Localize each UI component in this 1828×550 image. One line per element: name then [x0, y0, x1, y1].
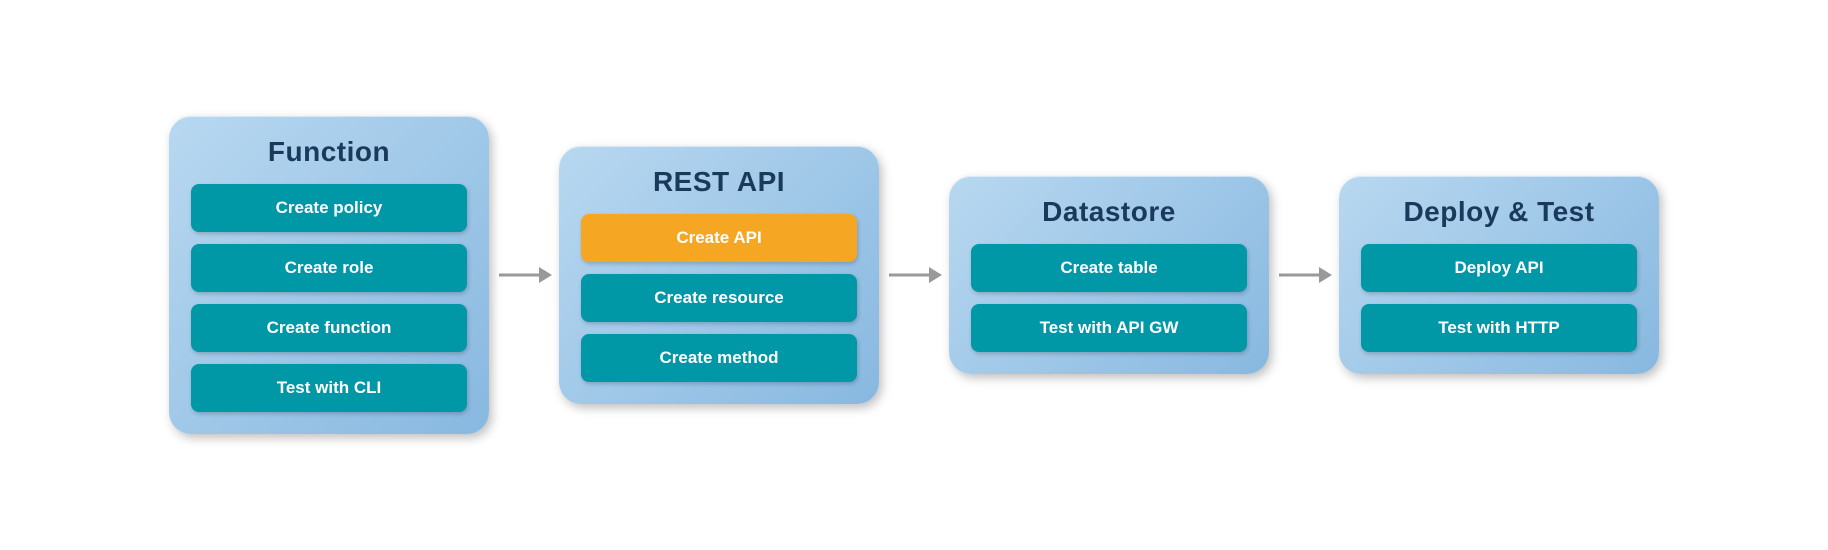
btn-create-role[interactable]: Create role [191, 244, 467, 292]
panel-title-deploy-test: Deploy & Test [1361, 196, 1637, 228]
btn-create-policy[interactable]: Create policy [191, 184, 467, 232]
arrow-2 [1269, 255, 1339, 295]
panel-datastore: Datastore Create table Test with API GW [949, 176, 1269, 374]
diagram-container: Function Create policy Create role Create f… [129, 96, 1699, 454]
btn-deploy-api[interactable]: Deploy API [1361, 244, 1637, 292]
btn-test-with-api-gw[interactable]: Test with API GW [971, 304, 1247, 352]
btn-create-method[interactable]: Create method [581, 334, 857, 382]
btn-create-function[interactable]: Create function [191, 304, 467, 352]
btn-create-table[interactable]: Create table [971, 244, 1247, 292]
arrow-1 [879, 255, 949, 295]
btn-test-with-cli[interactable]: Test with CLI [191, 364, 467, 412]
panel-rest-api: REST API Create API Create resource Create … [559, 146, 879, 404]
arrow-0 [489, 255, 559, 295]
panel-title-rest-api: REST API [581, 166, 857, 198]
panel-deploy-test: Deploy & Test Deploy API Test with HTTP [1339, 176, 1659, 374]
btn-create-api[interactable]: Create API [581, 214, 857, 262]
panel-title-datastore: Datastore [971, 196, 1247, 228]
panel-title-function: Function [191, 136, 467, 168]
panel-function: Function Create policy Create role Create f… [169, 116, 489, 434]
btn-create-resource[interactable]: Create resource [581, 274, 857, 322]
btn-test-with-http[interactable]: Test with HTTP [1361, 304, 1637, 352]
